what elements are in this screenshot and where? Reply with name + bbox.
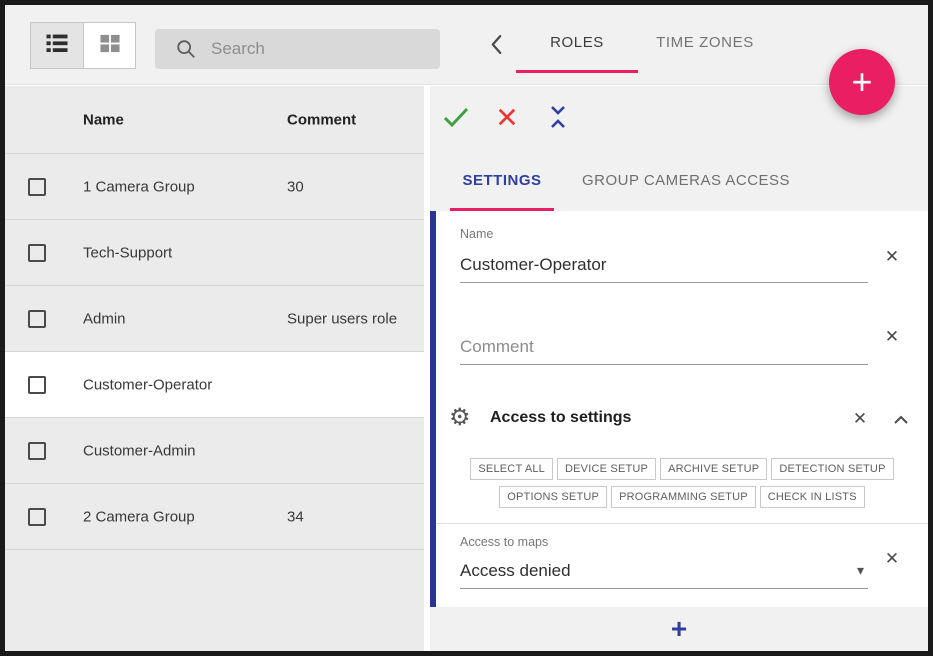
row-comment: 34: [287, 508, 304, 525]
role-form: Name ✕ ✕ ⚙ Access to settings ✕ SELECT A…: [430, 211, 928, 607]
table-row[interactable]: Admin Super users role: [5, 286, 424, 352]
tab-group-cameras-access[interactable]: GROUP CAMERAS ACCESS: [570, 150, 802, 211]
table-row[interactable]: Tech-Support: [5, 220, 424, 286]
row-name: Tech-Support: [83, 244, 172, 261]
row-checkbox[interactable]: [28, 376, 46, 394]
grid-view-icon: [98, 33, 122, 59]
search-input[interactable]: [211, 39, 432, 59]
list-view-button[interactable]: [31, 23, 83, 68]
row-comment: Super users role: [287, 310, 397, 327]
access-maps-value: Access denied: [460, 561, 571, 581]
tab-roles[interactable]: ROLES: [516, 13, 638, 71]
chip-select-all[interactable]: SELECT ALL: [470, 458, 553, 480]
table-header: Name Comment: [5, 86, 424, 154]
detail-tabs: SETTINGS GROUP CAMERAS ACCESS: [430, 150, 928, 211]
view-toggle: [30, 22, 136, 69]
detail-panel: SETTINGS GROUP CAMERAS ACCESS Name ✕ ✕ ⚙…: [430, 86, 928, 651]
access-settings-chips: SELECT ALLDEVICE SETUPARCHIVE SETUPDETEC…: [444, 455, 920, 511]
row-checkbox[interactable]: [28, 310, 46, 328]
tab-time-zones-label: TIME ZONES: [656, 34, 754, 51]
search-box: [155, 29, 440, 69]
chip-archive-setup[interactable]: ARCHIVE SETUP: [660, 458, 767, 480]
unfold-less-icon: [548, 105, 568, 132]
check-icon: [442, 106, 470, 131]
chip-device-setup[interactable]: DEVICE SETUP: [557, 458, 656, 480]
active-tab-underline: [516, 70, 638, 73]
gear-icon: ⚙: [449, 403, 471, 432]
clear-name-icon[interactable]: ✕: [880, 245, 904, 269]
chevron-up-icon: [893, 413, 909, 428]
add-item-row: +: [430, 607, 928, 651]
confirm-button[interactable]: [438, 100, 474, 136]
clear-access-maps-icon[interactable]: ✕: [880, 547, 904, 571]
name-field-label: Name: [460, 227, 493, 241]
chip-options-setup[interactable]: OPTIONS SETUP: [499, 486, 607, 508]
table-row[interactable]: 2 Camera Group 34: [5, 484, 424, 550]
chip-check-in-lists[interactable]: CHECK IN LISTS: [760, 486, 865, 508]
row-name: Admin: [83, 310, 126, 327]
table-row[interactable]: Customer-Admin: [5, 418, 424, 484]
access-settings-title: Access to settings: [490, 409, 631, 427]
clear-access-settings-icon[interactable]: ✕: [848, 407, 872, 431]
name-input[interactable]: [460, 247, 868, 283]
search-icon: [175, 38, 197, 60]
access-maps-label: Access to maps: [460, 535, 548, 549]
row-name: Customer-Operator: [83, 376, 212, 393]
row-name: 1 Camera Group: [83, 178, 195, 195]
section-divider: [436, 523, 928, 524]
grid-view-button[interactable]: [83, 23, 135, 68]
tab-settings[interactable]: SETTINGS: [450, 150, 554, 211]
access-maps-select[interactable]: Access denied ▾: [460, 553, 868, 589]
row-checkbox[interactable]: [28, 244, 46, 262]
add-item-button[interactable]: +: [671, 615, 687, 643]
row-name: 2 Camera Group: [83, 508, 195, 525]
cancel-button[interactable]: [489, 100, 525, 136]
chip-detection-setup[interactable]: DETECTION SETUP: [771, 458, 893, 480]
table-row[interactable]: 1 Camera Group 30: [5, 154, 424, 220]
chevron-left-icon: [490, 34, 503, 58]
list-view-icon: [44, 33, 70, 59]
row-checkbox[interactable]: [28, 442, 46, 460]
row-comment: 30: [287, 178, 304, 195]
table-row-selected[interactable]: Customer-Operator: [5, 352, 424, 418]
toolbar: ROLES TIME ZONES: [5, 5, 928, 85]
row-checkbox[interactable]: [28, 178, 46, 196]
back-chevron-button[interactable]: [483, 33, 509, 59]
app-window: ROLES TIME ZONES + Name Comment 1 Camera…: [0, 0, 933, 656]
tab-group-cameras-access-label: GROUP CAMERAS ACCESS: [582, 172, 790, 189]
column-header-comment[interactable]: Comment: [287, 111, 356, 128]
tab-time-zones[interactable]: TIME ZONES: [639, 13, 771, 71]
tab-settings-label: SETTINGS: [462, 172, 541, 189]
close-icon: [497, 107, 517, 130]
row-checkbox[interactable]: [28, 508, 46, 526]
roles-table-panel: Name Comment 1 Camera Group 30 Tech-Supp…: [5, 86, 424, 651]
clear-comment-icon[interactable]: ✕: [880, 325, 904, 349]
collapse-section-button[interactable]: [890, 412, 912, 428]
comment-input[interactable]: [460, 329, 868, 365]
collapse-all-button[interactable]: [540, 100, 576, 136]
dropdown-arrow-icon: ▾: [857, 562, 868, 579]
row-name: Customer-Admin: [83, 442, 196, 459]
column-header-name[interactable]: Name: [83, 111, 124, 128]
tab-roles-label: ROLES: [550, 34, 604, 51]
add-fab-button[interactable]: +: [829, 49, 895, 115]
chip-programming-setup[interactable]: PROGRAMMING SETUP: [611, 486, 756, 508]
